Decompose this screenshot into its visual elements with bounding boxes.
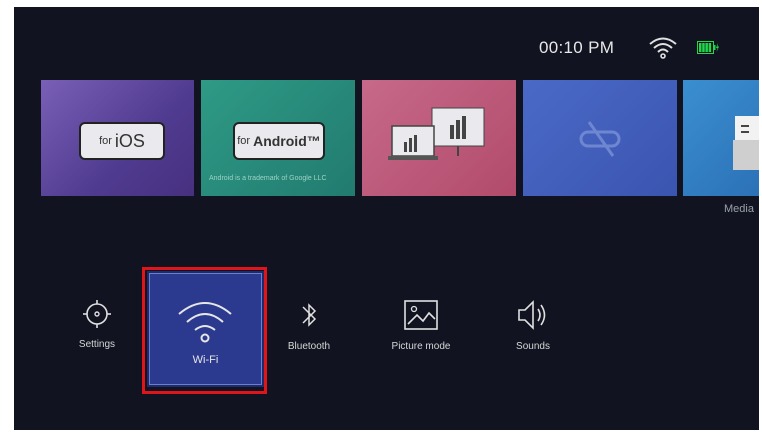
bluetooth-menu-item[interactable]: Bluetooth	[259, 299, 359, 352]
speaker-icon	[518, 300, 546, 330]
home-screen: 00:10 PM for iOS for Android™ Android is…	[14, 7, 759, 430]
sounds-menu-item[interactable]: Sounds	[483, 299, 583, 352]
settings-icon	[83, 300, 111, 328]
settings-menu-item[interactable]: Settings	[47, 299, 147, 350]
android-trademark: Android is a trademark of Google LLC	[209, 175, 327, 182]
bluetooth-label: Bluetooth	[287, 341, 331, 352]
android-phone-graphic: for Android™	[233, 122, 325, 160]
sounds-label: Sounds	[516, 341, 550, 352]
wifi-icon	[649, 37, 677, 59]
picture-mode-menu-item[interactable]: Picture mode	[371, 299, 471, 352]
bluetooth-icon	[302, 303, 317, 327]
screen-mirror-tile[interactable]	[523, 80, 677, 196]
media-tile[interactable]	[683, 80, 759, 196]
presentation-icon	[388, 107, 485, 160]
folder-icon	[733, 116, 759, 170]
selection-highlight	[142, 267, 267, 394]
battery-charging-icon	[697, 41, 719, 54]
image-icon	[404, 300, 438, 330]
android-tile-label: Android™	[253, 133, 321, 149]
clock: 00:10 PM	[539, 38, 615, 57]
settings-label: Settings	[78, 339, 116, 350]
picture-mode-label: Picture mode	[391, 341, 451, 352]
link-off-icon	[579, 121, 621, 157]
ios-phone-graphic: for iOS	[79, 122, 165, 160]
media-tile-label: Media	[724, 203, 754, 215]
presentation-tile[interactable]	[362, 80, 516, 196]
android-tile-prefix: for	[237, 135, 251, 147]
android-tile[interactable]: for Android™ Android is a trademark of G…	[201, 80, 355, 196]
ios-tile-prefix: for	[99, 135, 112, 147]
ios-tile-label: iOS	[114, 130, 145, 151]
ios-tile[interactable]: for iOS	[41, 80, 194, 196]
